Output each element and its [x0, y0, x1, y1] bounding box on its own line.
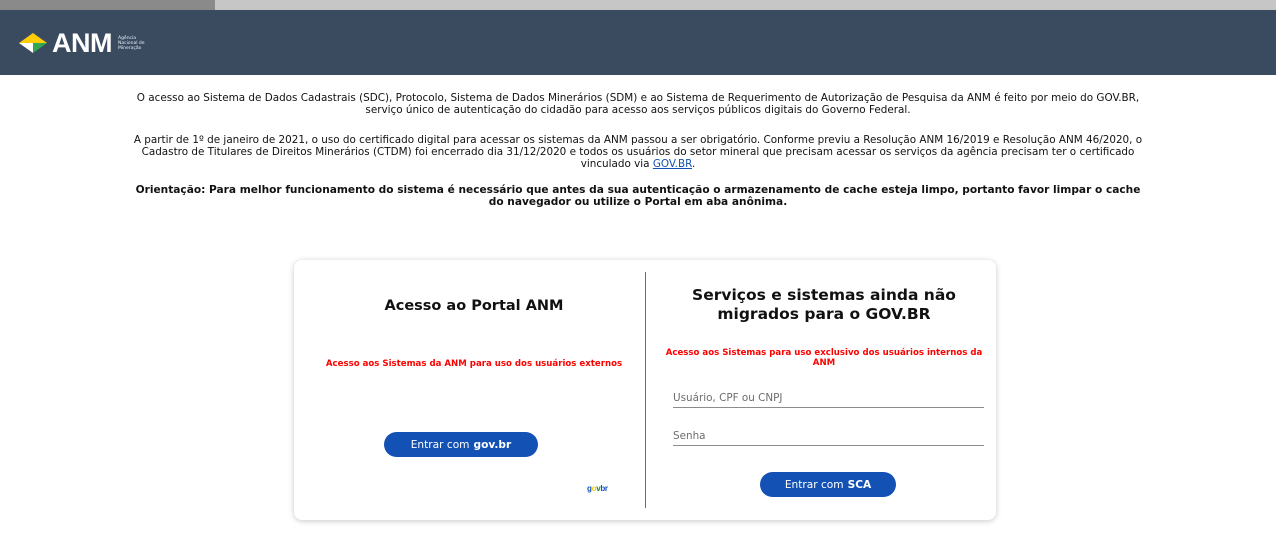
intro-paragraph-2: A partir de 1º de janeiro de 2021, o uso… — [130, 134, 1146, 170]
govbr-link[interactable]: GOV.BR — [653, 158, 692, 170]
external-users-notice: Acesso aos Sistemas da ANM para uso dos … — [325, 359, 623, 369]
browser-tab[interactable] — [0, 0, 215, 10]
site-header: ANM Agência Nacional de Mineração — [0, 10, 1276, 75]
intro-paragraph-2-end: . — [691, 158, 696, 170]
login-govbr-button[interactable]: Entrar com gov.br — [384, 432, 538, 457]
diamond-logo-icon — [19, 33, 47, 53]
login-govbr-prefix: Entrar com — [410, 438, 470, 451]
browser-top-strip — [0, 0, 1276, 10]
login-card: Acesso ao Portal ANM Acesso aos Sistemas… — [294, 260, 996, 520]
password-input[interactable] — [673, 427, 984, 446]
login-sca-prefix: Entrar com — [784, 478, 844, 491]
unmigrated-services-title: Serviços e sistemas ainda não migrados p… — [692, 286, 956, 323]
login-sca-button[interactable]: Entrar com SCA — [760, 472, 896, 497]
column-divider — [645, 272, 646, 508]
anm-logo[interactable]: ANM Agência Nacional de Mineração — [18, 28, 148, 58]
govbr-logo: govbr — [587, 484, 608, 493]
intro-text: O acesso ao Sistema de Dados Cadastrais … — [130, 92, 1146, 208]
intro-paragraph-2-text: A partir de 1º de janeiro de 2021, o uso… — [133, 134, 1143, 170]
username-input[interactable] — [673, 389, 984, 408]
logo-subtitle: Agência Nacional de Mineração — [118, 35, 145, 51]
logo-text: ANM — [52, 27, 113, 58]
intro-paragraph-1: O acesso ao Sistema de Dados Cadastrais … — [136, 92, 1140, 116]
login-govbr-strong: gov.br — [473, 438, 512, 451]
login-sca-strong: SCA — [847, 478, 872, 491]
orientation-notice: Orientação: Para melhor funcionamento do… — [135, 184, 1141, 208]
govbr-logo-br: br — [600, 484, 608, 493]
portal-access-title: Acesso ao Portal ANM — [384, 298, 564, 314]
internal-users-notice: Acesso aos Sistemas para uso exclusivo d… — [665, 348, 983, 368]
